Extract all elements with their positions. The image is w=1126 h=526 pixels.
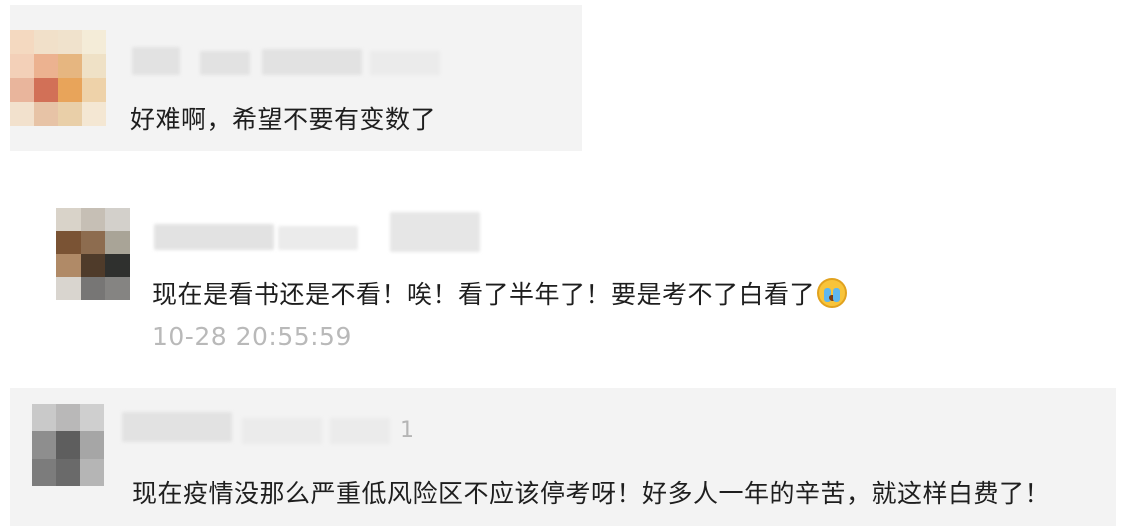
- avatar[interactable]: [56, 208, 130, 300]
- avatar-pixel: [56, 404, 80, 432]
- avatar-pixel: [34, 54, 58, 78]
- avatar-pixel: [80, 277, 106, 300]
- avatar-pixel: [80, 231, 106, 254]
- avatar-pixel: [32, 431, 56, 459]
- comment-text: 好难啊，希望不要有变数了: [130, 105, 437, 134]
- avatar-pixel: [32, 404, 56, 432]
- avatar-pixel: [34, 102, 58, 126]
- avatar-pixel: [10, 54, 34, 78]
- avatar-pixel: [105, 208, 130, 231]
- avatar-pixel: [82, 30, 106, 54]
- blurred-username: [278, 226, 358, 250]
- avatar-pixel: [34, 78, 58, 102]
- avatar-pixel: [80, 458, 104, 486]
- avatar-pixel: [80, 404, 104, 432]
- blurred-username: [122, 412, 232, 442]
- blurred-username: [242, 418, 322, 444]
- avatar-pixel: [82, 54, 106, 78]
- avatar-pixel: [32, 458, 56, 486]
- blurred-username: [154, 224, 274, 250]
- blurred-username: [390, 212, 480, 252]
- avatar-pixel: [56, 254, 81, 277]
- avatar-pixel: [58, 78, 82, 102]
- crying-face-emoji-icon: [817, 278, 848, 308]
- blurred-mark: 1: [400, 418, 414, 443]
- blurred-username: [200, 51, 250, 75]
- avatar-pixel: [58, 54, 82, 78]
- blurred-username: [370, 51, 440, 75]
- comment-feed: 好难啊，希望不要有变数了 现在是看书还是不看！唉！看了半年了！要是考不了白看了 …: [0, 0, 1126, 526]
- avatar[interactable]: [32, 404, 104, 486]
- avatar-pixel: [58, 30, 82, 54]
- avatar-pixel: [10, 78, 34, 102]
- avatar-pixel: [56, 208, 81, 231]
- avatar-pixel: [80, 431, 104, 459]
- avatar[interactable]: [10, 30, 106, 126]
- avatar-pixel: [56, 431, 80, 459]
- blurred-username: [262, 49, 362, 75]
- comment-card: 好难啊，希望不要有变数了: [10, 5, 582, 151]
- avatar-pixel: [80, 208, 106, 231]
- avatar-pixel: [56, 231, 81, 254]
- avatar-pixel: [105, 277, 130, 300]
- avatar-pixel: [105, 231, 130, 254]
- avatar-pixel: [10, 30, 34, 54]
- avatar-pixel: [10, 102, 34, 126]
- comment-text: 现在疫情没那么严重低风险区不应该停考呀！好多人一年的辛苦，就这样白费了！: [132, 479, 1051, 508]
- avatar-pixel: [82, 78, 106, 102]
- avatar-pixel: [56, 458, 80, 486]
- comment-text-content: 现在是看书还是不看！唉！看了半年了！要是考不了白看了: [152, 280, 816, 309]
- comment-text: 现在是看书还是不看！唉！看了半年了！要是考不了白看了: [152, 275, 848, 311]
- comment-card: 现在是看书还是不看！唉！看了半年了！要是考不了白看了 10-28 20:55:5…: [40, 190, 960, 365]
- avatar-pixel: [105, 254, 130, 277]
- avatar-pixel: [58, 102, 82, 126]
- avatar-pixel: [56, 277, 81, 300]
- avatar-pixel: [34, 30, 58, 54]
- avatar-pixel: [80, 254, 106, 277]
- blurred-username: [132, 47, 180, 75]
- avatar-pixel: [82, 102, 106, 126]
- timestamp: 10-28 20:55:59: [152, 322, 352, 351]
- comment-card: 1 现在疫情没那么严重低风险区不应该停考呀！好多人一年的辛苦，就这样白费了！: [10, 388, 1116, 526]
- blurred-username: [330, 418, 390, 444]
